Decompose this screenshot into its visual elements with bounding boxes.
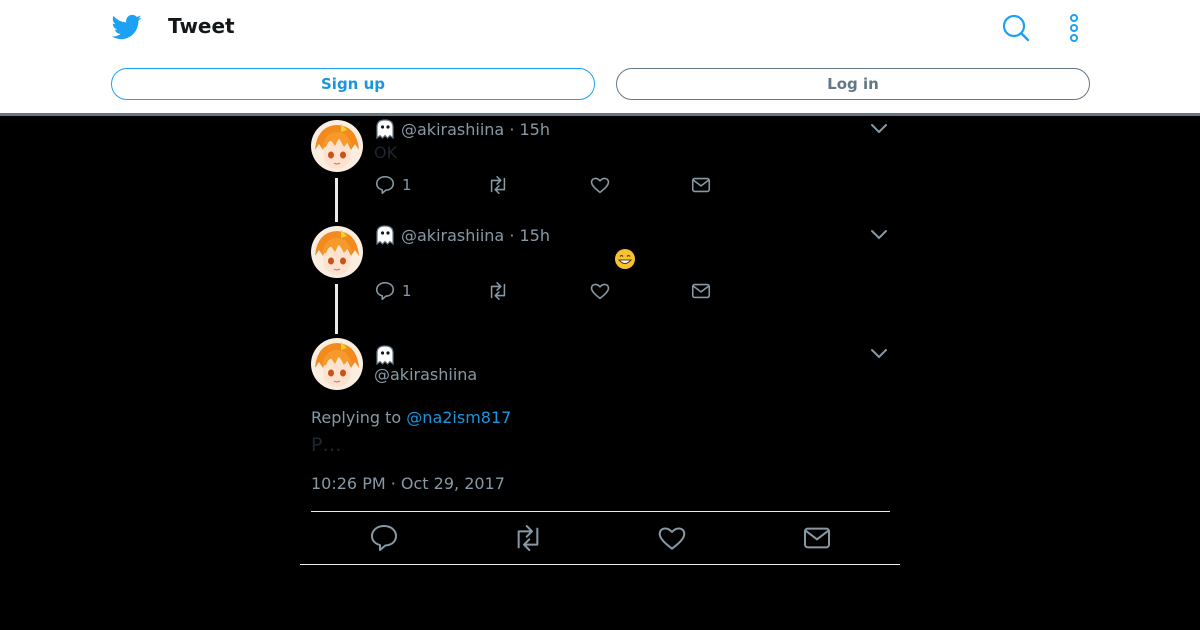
avatar[interactable] (311, 120, 363, 172)
tweet-handle[interactable]: @akirashiina (401, 226, 504, 245)
more-vertical-icon[interactable] (1064, 14, 1084, 42)
separator-dot: · (509, 226, 515, 245)
top-header: Tweet Sign up Log in (0, 0, 1200, 116)
heart-icon[interactable] (656, 522, 688, 554)
main-tweet-actions (300, 522, 900, 554)
tweet-text: OK (374, 143, 398, 162)
replying-to-link[interactable]: @na2ism817 (406, 408, 511, 427)
retweet-icon[interactable] (512, 522, 544, 554)
reply-count: 1 (402, 176, 412, 194)
thread-line (335, 178, 338, 222)
page-title: Tweet (168, 14, 235, 38)
main-tweet-text: P… (311, 434, 342, 456)
heart-icon (590, 283, 610, 300)
like-button[interactable] (589, 279, 611, 303)
mail-icon[interactable] (801, 522, 833, 554)
ghost-emoji-icon[interactable] (374, 344, 396, 366)
tweet-meta: @akirashiina · 15h (401, 226, 550, 245)
reply-button[interactable]: 1 (374, 173, 412, 197)
reply-icon[interactable] (368, 522, 400, 554)
heart-icon (590, 177, 610, 194)
mail-icon (691, 177, 711, 193)
chevron-down-icon[interactable] (869, 228, 889, 242)
reply-icon (375, 281, 395, 301)
ghost-emoji-icon (376, 225, 394, 246)
tweet-actions: 1 (374, 279, 774, 303)
retweet-icon (490, 175, 506, 195)
thread-tweet[interactable]: @akirashiina · 15h 1 (311, 225, 891, 336)
retweet-button[interactable] (487, 173, 509, 197)
tweet-actions: 1 (374, 173, 774, 197)
mail-icon (691, 283, 711, 299)
replying-to-line: Replying to @na2ism817 (311, 408, 511, 427)
log-in-button[interactable]: Log in (616, 68, 1090, 100)
retweet-icon (490, 281, 506, 301)
thread-tweet[interactable]: @akirashiina · 15h OK 1 (311, 119, 891, 224)
separator-dot: · (509, 120, 515, 139)
direct-message-button[interactable] (690, 279, 712, 303)
tweet-time[interactable]: 15h (520, 226, 551, 245)
thread-line (335, 284, 338, 334)
avatar[interactable] (311, 226, 363, 278)
divider (300, 564, 900, 565)
divider (311, 511, 890, 512)
retweet-button[interactable] (487, 279, 509, 303)
tweet-time[interactable]: 15h (520, 120, 551, 139)
reply-count: 1 (402, 282, 412, 300)
main-tweet-handle[interactable]: @akirashiina (374, 365, 477, 384)
main-tweet-header: @akirashiina (311, 338, 891, 398)
avatar[interactable] (311, 338, 363, 390)
tweet-meta: @akirashiina · 15h (401, 120, 550, 139)
sign-up-button[interactable]: Sign up (111, 68, 595, 100)
like-button[interactable] (589, 173, 611, 197)
reply-icon (375, 175, 395, 195)
reply-button[interactable]: 1 (374, 279, 412, 303)
search-icon[interactable] (1002, 14, 1030, 42)
twitter-bird-icon[interactable] (112, 12, 142, 42)
chevron-down-icon[interactable] (869, 347, 889, 361)
direct-message-button[interactable] (690, 173, 712, 197)
ghost-emoji-icon (376, 119, 394, 140)
replying-to-prefix: Replying to (311, 408, 402, 427)
tweet-handle[interactable]: @akirashiina (401, 120, 504, 139)
main-tweet-timestamp[interactable]: 10:26 PM · Oct 29, 2017 (311, 474, 505, 493)
chevron-down-icon[interactable] (869, 122, 889, 136)
grinning-face-emoji (615, 249, 635, 269)
